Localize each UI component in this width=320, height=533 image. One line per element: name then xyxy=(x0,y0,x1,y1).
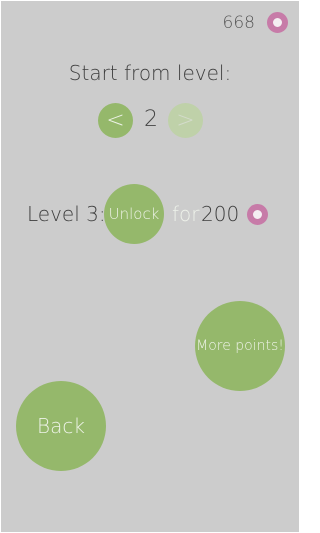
previous-level-button[interactable]: < xyxy=(98,103,133,138)
current-level-value: 2 xyxy=(144,107,158,132)
for-label: for xyxy=(172,202,200,226)
game-screen: 668 Start from level: < 2 > Level 3: Unl… xyxy=(1,1,299,532)
locked-level-label: Level 3: xyxy=(27,202,106,226)
coin-icon xyxy=(267,12,288,33)
next-level-button[interactable]: > xyxy=(168,103,203,138)
unlock-cost: 200 xyxy=(201,202,240,226)
coin-icon xyxy=(247,204,268,225)
points-counter: 668 xyxy=(222,13,255,33)
more-points-button[interactable]: More points! xyxy=(195,301,285,391)
start-level-title: Start from level: xyxy=(68,61,232,85)
back-button[interactable]: Back xyxy=(16,381,106,471)
unlock-button[interactable]: Unlock xyxy=(104,184,164,244)
